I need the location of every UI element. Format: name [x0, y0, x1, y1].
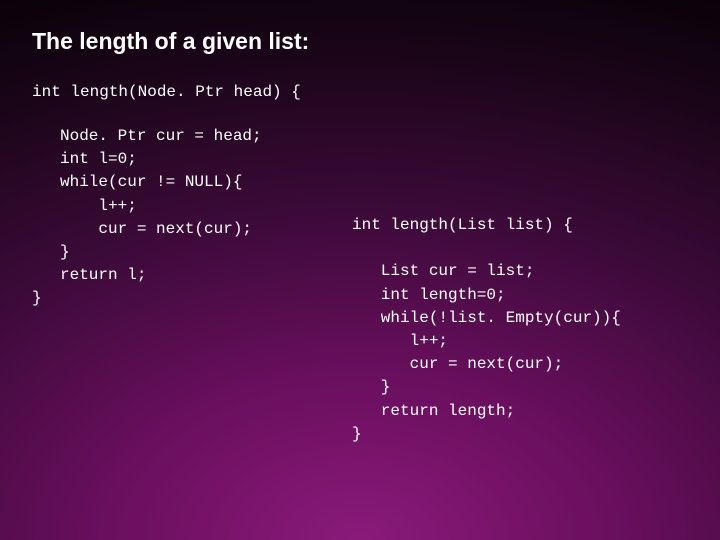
slide-title: The length of a given list: [32, 28, 688, 55]
code-block-right: int length(List list) { List cur = list;… [352, 214, 621, 446]
slide-container: The length of a given list: int length(N… [0, 0, 720, 540]
code-signature: int length(Node. Ptr head) { [32, 83, 688, 101]
